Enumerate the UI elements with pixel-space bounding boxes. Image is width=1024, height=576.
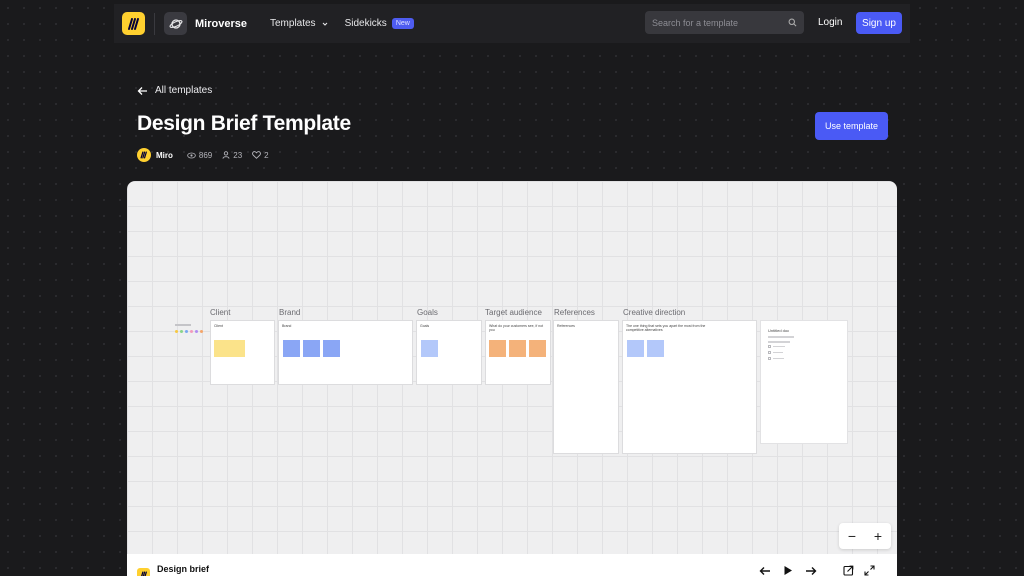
sticky-note[interactable] — [509, 340, 526, 357]
sticky-note[interactable] — [529, 340, 546, 357]
zoom-controls: − + — [839, 523, 891, 549]
frame-goals[interactable]: Goals — [416, 320, 482, 385]
expand-icon[interactable] — [864, 565, 875, 576]
frame-title: References — [557, 324, 575, 328]
column-label-references: References — [554, 308, 595, 317]
template-meta: Miro 869 23 2 — [137, 148, 279, 162]
templates-menu[interactable]: Templates — [270, 18, 330, 29]
arrow-left-icon — [137, 86, 147, 95]
frame-target-audience[interactable]: What do your customers see, if not you — [485, 320, 551, 385]
top-nav: Miroverse Templates Sidekicks New Login … — [114, 4, 910, 43]
new-badge: New — [391, 18, 414, 29]
frame-title: The one thing that sets you apart the mo… — [626, 324, 706, 332]
doc-title: Untitled doc — [768, 328, 790, 333]
eye-icon — [187, 152, 196, 158]
doc-line — [773, 358, 784, 360]
column-label-brand: Brand — [279, 308, 301, 317]
arrow-left-icon[interactable] — [759, 566, 771, 576]
board-actions — [843, 565, 875, 576]
users-stat: 23 — [222, 151, 242, 160]
column-label-target-audience: Target audience — [485, 308, 542, 317]
frame-title: Client — [214, 324, 223, 328]
miro-logo-icon[interactable] — [122, 12, 145, 35]
sticky-note[interactable] — [283, 340, 300, 357]
board-title: Design brief — [157, 563, 210, 574]
column-label-creative-direction: Creative direction — [623, 308, 686, 317]
brand-name[interactable]: Miroverse — [195, 18, 247, 30]
play-icon[interactable] — [783, 565, 793, 576]
frame-title: What do your customers see, if not you — [489, 324, 544, 332]
sticky-note[interactable] — [421, 340, 438, 357]
board-preview[interactable]: Client Brand Goals Target audience Refer… — [127, 181, 897, 576]
export-icon[interactable] — [843, 565, 854, 576]
likes-stat[interactable]: 2 — [252, 150, 269, 160]
frame-creative-direction[interactable]: The one thing that sets you apart the mo… — [622, 320, 757, 454]
author-avatar[interactable] — [137, 148, 151, 162]
sticky-note[interactable] — [303, 340, 320, 357]
checkbox-icon — [768, 351, 771, 354]
sidekicks-label: Sidekicks — [344, 18, 387, 29]
zoom-in-button[interactable]: + — [874, 528, 882, 544]
column-label-client: Client — [210, 308, 231, 317]
search-input[interactable] — [652, 17, 788, 28]
miro-logo-icon — [137, 568, 150, 576]
column-label-goals: Goals — [417, 308, 438, 317]
planet-icon[interactable] — [164, 12, 187, 35]
sticky-note[interactable] — [627, 340, 644, 357]
doc-line — [773, 352, 783, 354]
views-count: 869 — [198, 150, 213, 160]
frame-client[interactable]: Client — [210, 320, 275, 385]
presentation-controls — [759, 565, 817, 576]
likes-count: 2 — [264, 150, 269, 160]
frame-references[interactable]: References — [553, 320, 619, 454]
users-count: 23 — [233, 150, 243, 160]
frame-title: Brand — [282, 324, 292, 328]
frame-title: Goals — [420, 324, 430, 328]
search-icon[interactable] — [788, 18, 797, 27]
sticky-note[interactable] — [214, 340, 245, 357]
heart-icon — [252, 151, 262, 159]
chevron-down-icon — [322, 22, 327, 26]
doc-line — [768, 341, 790, 343]
use-template-button[interactable]: Use template — [815, 112, 888, 140]
login-button[interactable]: Login — [818, 17, 842, 28]
checkbox-icon — [768, 357, 771, 360]
nav-divider — [154, 12, 155, 35]
checkbox-icon — [768, 345, 771, 348]
sticky-note[interactable] — [489, 340, 506, 357]
user-icon — [222, 151, 230, 159]
doc-line — [773, 346, 785, 348]
zoom-out-button[interactable]: − — [848, 528, 856, 544]
arrow-right-icon[interactable] — [805, 566, 817, 576]
back-to-templates-link[interactable]: All templates — [137, 85, 212, 96]
signup-button[interactable]: Sign up — [856, 12, 902, 34]
sticky-note[interactable] — [323, 340, 340, 357]
frame-brand[interactable]: Brand — [278, 320, 413, 385]
doc-line — [768, 336, 794, 338]
views-stat: 869 — [187, 151, 212, 160]
page-title: Design Brief Template — [137, 112, 351, 135]
doc-untitled[interactable]: Untitled doc — [760, 320, 848, 444]
board-bottom-bar: Design brief — [127, 554, 897, 576]
mini-legend — [175, 324, 205, 333]
back-label: All templates — [155, 85, 213, 96]
sticky-note[interactable] — [647, 340, 664, 357]
search-box[interactable] — [645, 11, 804, 34]
sidekicks-link[interactable]: Sidekicks New — [345, 18, 414, 29]
templates-label: Templates — [269, 18, 316, 29]
author-name[interactable]: Miro — [156, 151, 173, 160]
